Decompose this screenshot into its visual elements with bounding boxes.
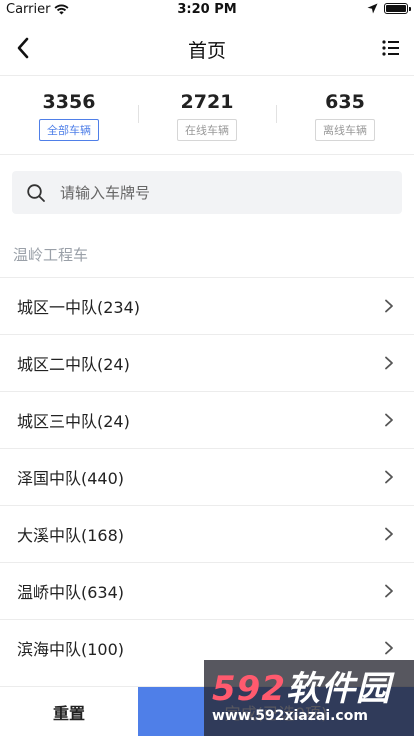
stat-tag-online[interactable]: 在线车辆: [177, 119, 237, 141]
watermark-brand-number: 592: [212, 669, 286, 709]
list-item-label: 温峤中队(634): [17, 583, 125, 602]
nav-bar: 首页: [0, 20, 414, 76]
stat-count: 3356: [42, 91, 96, 113]
search-icon: [27, 183, 45, 202]
stat-count: 635: [325, 91, 365, 113]
stat-online[interactable]: 2721 在线车辆: [138, 77, 276, 154]
list-item-label: 城区一中队(234): [17, 298, 141, 317]
list-item-label: 城区三中队(24): [17, 412, 130, 431]
watermark-brand-text: 软件园: [285, 669, 391, 709]
page-title: 首页: [187, 40, 226, 62]
list-item-label: 泽国中队(440): [17, 469, 125, 488]
chevron-right-icon: [385, 413, 393, 427]
list-item[interactable]: 泽国中队(440): [0, 448, 414, 505]
search-bar[interactable]: [12, 171, 402, 214]
team-list: 城区一中队(234) 城区二中队(24) 城区三中队(24) 泽国中队(440)…: [0, 277, 414, 676]
chevron-right-icon: [385, 641, 393, 655]
list-item-label: 大溪中队(168): [17, 526, 125, 545]
stat-all[interactable]: 3356 全部车辆: [0, 77, 138, 154]
stat-offline[interactable]: 635 离线车辆: [276, 77, 414, 154]
chevron-right-icon: [385, 584, 393, 598]
list-item[interactable]: 温峤中队(634): [0, 562, 414, 619]
status-right: [367, 3, 411, 14]
chevron-right-icon: [385, 527, 393, 541]
chevron-right-icon: [385, 356, 393, 370]
battery-icon: [384, 3, 411, 14]
status-bar: Carrier 3:20 PM: [0, 0, 414, 20]
watermark-overlay: 592软件园 www.592xiazai.com: [204, 660, 414, 736]
list-item-label: 滨海中队(100): [17, 640, 125, 659]
reset-button[interactable]: 重置: [0, 687, 138, 736]
chevron-right-icon: [385, 470, 393, 484]
chevron-right-icon: [385, 299, 393, 313]
list-item[interactable]: 城区一中队(234): [0, 277, 414, 334]
plate-search-input[interactable]: [60, 183, 360, 202]
section-title: 温岭工程车: [13, 246, 89, 264]
vehicle-stats: 3356 全部车辆 2721 在线车辆 635 离线车辆: [0, 77, 414, 155]
watermark-site: www.592xiazai.com: [212, 708, 368, 724]
list-item-label: 城区二中队(24): [17, 355, 130, 374]
stat-tag-all[interactable]: 全部车辆: [39, 119, 99, 141]
list-item[interactable]: 城区三中队(24): [0, 391, 414, 448]
stat-tag-offline[interactable]: 离线车辆: [315, 119, 375, 141]
status-time: 3:20 PM: [177, 2, 237, 17]
location-arrow-icon: [367, 3, 378, 14]
list-item[interactable]: 城区二中队(24): [0, 334, 414, 391]
watermark-brand: 592软件园: [212, 671, 414, 707]
list-item[interactable]: 大溪中队(168): [0, 505, 414, 562]
stat-count: 2721: [180, 91, 234, 113]
list-menu-icon[interactable]: [380, 37, 402, 59]
